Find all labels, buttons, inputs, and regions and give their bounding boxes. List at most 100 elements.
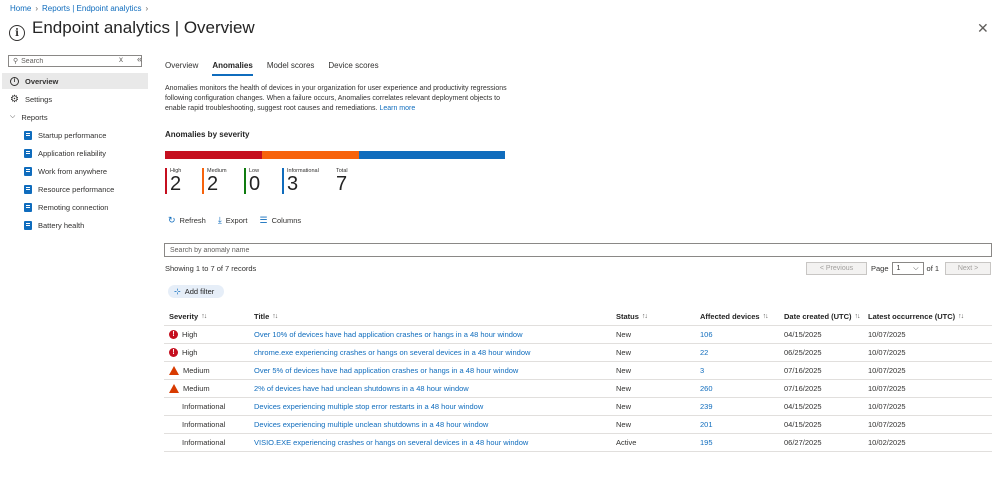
sidebar-item-overview[interactable]: i Overview	[2, 73, 148, 89]
column-header-latest-occurrence[interactable]: Latest occurrence (UTC) ↑↓	[868, 308, 964, 325]
status-cell: Active	[616, 438, 637, 447]
sidebar-item-resource-performance[interactable]: Resource performance	[2, 181, 148, 197]
more-options-icon[interactable]: ···	[224, 20, 237, 31]
severity-stat-low: Low 0	[244, 168, 260, 196]
sidebar-item-label: Application reliability	[38, 148, 106, 158]
sidebar-item-remoting-connection[interactable]: Remoting connection	[2, 199, 148, 215]
sidebar-item-label: Work from anywhere	[38, 166, 108, 176]
report-icon	[24, 130, 32, 140]
page-select[interactable]: 1 ⌵	[891, 262, 924, 275]
sort-icon: ↑↓	[958, 313, 964, 320]
latest-occurrence-cell: 10/07/2025	[868, 348, 906, 357]
warning-icon	[169, 366, 179, 375]
title-link[interactable]: Over 5% of devices have had application …	[254, 362, 518, 379]
sidebar-item-label: Resource performance	[38, 184, 115, 194]
severity-cell: Informational	[169, 416, 225, 433]
affected-devices-link[interactable]: 22	[700, 344, 708, 361]
anomalies-table: Severity ↑↓ Title ↑↓ Status ↑↓ Affected dev…	[164, 308, 992, 452]
refresh-button[interactable]: ↻ Refresh	[168, 215, 206, 226]
table-row[interactable]: Informational Devices experiencing multip…	[164, 416, 992, 434]
affected-devices-link[interactable]: 3	[700, 362, 704, 379]
description-text: Anomalies monitors the health of devices…	[165, 85, 507, 112]
refresh-icon: ↻	[168, 215, 176, 225]
blank-severity-icon	[169, 438, 178, 447]
title-link[interactable]: chrome.exe experiencing crashes or hangs…	[254, 344, 530, 361]
severity-stat-value: 7	[336, 173, 348, 195]
table-row[interactable]: Medium Over 5% of devices have had applic…	[164, 362, 992, 380]
affected-devices-link[interactable]: 106	[700, 326, 713, 343]
tab-model-scores[interactable]: Model scores	[267, 61, 315, 76]
breadcrumb-home[interactable]: Home	[10, 4, 31, 13]
table-row[interactable]: Medium 2% of devices have had unclean shu…	[164, 380, 992, 398]
severity-bar-high	[165, 151, 262, 159]
table-row[interactable]: ! High Over 10% of devices have had applic…	[164, 326, 992, 344]
affected-devices-link[interactable]: 239	[700, 398, 713, 415]
refresh-label: Refresh	[179, 216, 206, 225]
export-label: Export	[225, 216, 248, 225]
severity-text: Medium	[183, 366, 210, 375]
next-page-button[interactable]: Next >	[945, 262, 992, 275]
title-link[interactable]: 2% of devices have had unclean shutdowns…	[254, 380, 469, 397]
latest-occurrence-cell: 10/07/2025	[868, 366, 906, 375]
sidebar-item-startup-performance[interactable]: Startup performance	[2, 127, 148, 143]
close-icon[interactable]: ✕	[977, 20, 989, 37]
severity-text: Medium	[183, 384, 210, 393]
date-created-cell: 07/16/2025	[784, 384, 822, 393]
export-button[interactable]: ⤓ Export	[218, 215, 248, 226]
status-cell: New	[616, 348, 632, 357]
severity-text: Informational	[182, 402, 226, 411]
tab-overview[interactable]: Overview	[165, 61, 198, 76]
report-icon	[24, 148, 32, 158]
sidebar-item-work-from-anywhere[interactable]: Work from anywhere	[2, 163, 148, 179]
breadcrumb: Home › Reports | Endpoint analytics ›	[10, 4, 148, 13]
sidebar-search-input[interactable]	[21, 57, 132, 65]
affected-devices-link[interactable]: 260	[700, 380, 713, 397]
sidebar-item-battery-health[interactable]: Battery health	[2, 217, 148, 233]
latest-occurrence-cell: 10/07/2025	[868, 402, 906, 411]
records-count: Showing 1 to 7 of 7 records	[165, 264, 257, 273]
learn-more-link[interactable]: Learn more	[379, 105, 415, 112]
breadcrumb-separator: ›	[145, 4, 149, 13]
sidebar-item-application-reliability[interactable]: Application reliability	[2, 145, 148, 161]
collapse-sidebar-icon[interactable]: «	[137, 54, 142, 64]
blank-severity-icon	[169, 420, 178, 429]
page-of-label: of 1	[926, 264, 940, 273]
anomaly-search-input[interactable]	[170, 244, 991, 256]
sort-icon: ↑↓	[272, 313, 278, 320]
severity-bar	[165, 151, 505, 159]
title-link[interactable]: Devices experiencing multiple stop error…	[254, 398, 483, 415]
severity-color-line	[202, 168, 204, 194]
tab-device-scores[interactable]: Device scores	[328, 61, 378, 76]
previous-page-button[interactable]: < Previous	[806, 262, 867, 275]
title-link[interactable]: Devices experiencing multiple unclean sh…	[254, 416, 488, 433]
sidebar-item-reports[interactable]: ⌵ Reports	[2, 109, 148, 125]
table-row[interactable]: Informational Devices experiencing multip…	[164, 398, 992, 416]
table-row[interactable]: Informational VISIO.EXE experiencing cras…	[164, 434, 992, 452]
sort-icon: ↑↓	[854, 313, 861, 320]
sort-icon: ↑↓	[762, 313, 769, 320]
sort-icon: ↑↓	[201, 313, 207, 320]
column-header-severity[interactable]: Severity ↑↓	[169, 308, 207, 325]
status-cell: New	[616, 402, 632, 411]
clear-search-icon[interactable]: x	[119, 55, 123, 64]
title-link[interactable]: Over 10% of devices have had application…	[254, 326, 523, 343]
table-row[interactable]: ! High chrome.exe experiencing crashes or …	[164, 344, 992, 362]
sidebar-item-settings[interactable]: ⚙ Settings	[2, 91, 148, 107]
tab-anomalies[interactable]: Anomalies	[212, 61, 253, 76]
breadcrumb-reports[interactable]: Reports | Endpoint analytics	[42, 4, 141, 13]
severity-cell: Informational	[169, 398, 225, 415]
column-header-title[interactable]: Title ↑↓	[254, 308, 278, 325]
date-created-cell: 06/27/2025	[784, 438, 822, 447]
table-header-row: Severity ↑↓ Title ↑↓ Status ↑↓ Affected dev…	[164, 308, 992, 326]
columns-button[interactable]: ☰ Columns	[259, 215, 301, 226]
affected-devices-link[interactable]: 201	[700, 416, 713, 433]
sidebar-item-label: Remoting connection	[38, 202, 109, 212]
add-filter-button[interactable]: ⊹ Add filter	[168, 285, 225, 298]
column-header-status[interactable]: Status ↑↓	[616, 308, 648, 325]
title-link[interactable]: VISIO.EXE experiencing crashes or hangs …	[254, 434, 528, 451]
latest-occurrence-cell: 10/07/2025	[868, 420, 906, 429]
column-header-affected-devices[interactable]: Affected devices ↑↓	[700, 308, 769, 325]
anomaly-search[interactable]	[164, 243, 992, 257]
column-header-date-created[interactable]: Date created (UTC) ↑↓	[784, 308, 861, 325]
affected-devices-link[interactable]: 195	[700, 434, 713, 451]
